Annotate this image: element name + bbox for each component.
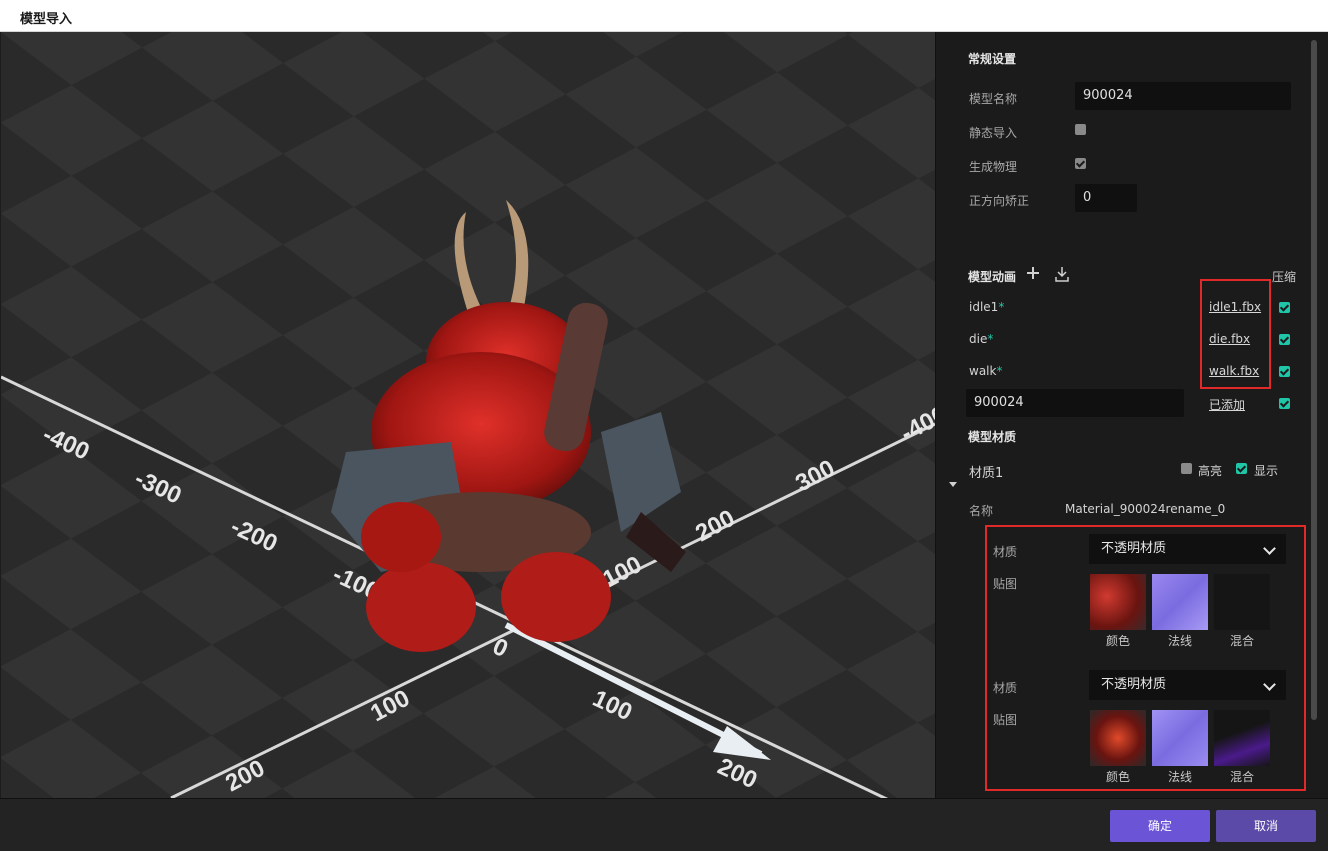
- general-section-title: 常规设置: [968, 52, 1017, 66]
- show-label: 显示: [1254, 464, 1279, 478]
- color-texture-thumbnail[interactable]: [1090, 710, 1146, 766]
- compress-column-label: 压缩: [1272, 270, 1297, 284]
- material-section-title: 模型材质: [968, 430, 1017, 444]
- thumb-caption: 混合: [1229, 770, 1254, 784]
- anim-compress-checkbox-walk[interactable]: [1279, 366, 1290, 377]
- download-icon[interactable]: [1054, 266, 1070, 282]
- highlight-label: 高亮: [1198, 464, 1223, 478]
- thumb-caption: 颜色: [1105, 770, 1130, 784]
- material-type-value: 不透明材质: [1101, 541, 1167, 556]
- confirm-button[interactable]: 确定: [1110, 810, 1210, 842]
- static-import-checkbox[interactable]: [1075, 124, 1086, 135]
- forward-fix-input[interactable]: 0: [1075, 184, 1137, 212]
- thumb-caption: 法线: [1167, 770, 1192, 784]
- model-name-input[interactable]: 900024: [1075, 82, 1291, 110]
- blend-texture-thumbnail[interactable]: [1214, 574, 1270, 630]
- thumb-caption: 颜色: [1105, 634, 1130, 648]
- window-title: 模型导入: [20, 12, 73, 27]
- model-preview-viewport[interactable]: -400 -300 -200 -100 0 100 200 -400 300 2…: [1, 32, 935, 798]
- gen-physics-checkbox[interactable]: [1075, 158, 1086, 169]
- blend-texture-thumbnail[interactable]: [1214, 710, 1270, 766]
- collapse-triangle-icon[interactable]: [949, 482, 957, 487]
- slot-texture-label: 贴图: [993, 713, 1018, 727]
- anim-compress-checkbox-die[interactable]: [1279, 334, 1290, 345]
- normal-texture-thumbnail[interactable]: [1152, 574, 1208, 630]
- added-compress-checkbox[interactable]: [1279, 398, 1290, 409]
- slot-material-label: 材质: [993, 681, 1018, 695]
- slot-material-label: 材质: [993, 545, 1018, 559]
- thumb-caption: 法线: [1167, 634, 1192, 648]
- added-link[interactable]: 已添加: [1209, 396, 1245, 413]
- model-name-label: 模型名称: [969, 92, 1018, 106]
- anim-name-walk: walk*: [969, 364, 1003, 378]
- highlight-checkbox[interactable]: [1181, 463, 1192, 474]
- material-name-value: Material_900024rename_0: [1065, 502, 1226, 516]
- file-links-highlight-box: [1200, 279, 1271, 389]
- anim-name-idle1: idle1*: [969, 300, 1005, 314]
- material-name-label: 名称: [969, 504, 994, 518]
- chevron-down-icon: [1263, 542, 1276, 555]
- new-animation-input[interactable]: 900024: [966, 389, 1184, 417]
- material-type-select[interactable]: 不透明材质: [1089, 534, 1286, 564]
- material-type-select[interactable]: 不透明材质: [1089, 670, 1286, 700]
- viewport-scene: -400 -300 -200 -100 0 100 200 -400 300 2…: [1, 32, 935, 798]
- anim-compress-checkbox-idle1[interactable]: [1279, 302, 1290, 313]
- dialog-footer: 确定 取消: [0, 798, 1328, 851]
- plus-icon[interactable]: [1026, 266, 1040, 280]
- material-type-value: 不透明材质: [1101, 677, 1167, 692]
- anim-name-die: die*: [969, 332, 994, 346]
- gen-physics-label: 生成物理: [969, 160, 1018, 174]
- title-bar: 模型导入: [0, 0, 1328, 32]
- slot-texture-label: 贴图: [993, 577, 1018, 591]
- show-checkbox[interactable]: [1236, 463, 1247, 474]
- material-item-title: 材质1: [969, 466, 1004, 481]
- normal-texture-thumbnail[interactable]: [1152, 710, 1208, 766]
- panel-scrollbar[interactable]: [1311, 40, 1317, 720]
- thumb-caption: 混合: [1229, 634, 1254, 648]
- animation-section-title: 模型动画: [968, 270, 1017, 284]
- cancel-button[interactable]: 取消: [1216, 810, 1316, 842]
- static-import-label: 静态导入: [969, 126, 1018, 140]
- color-texture-thumbnail[interactable]: [1090, 574, 1146, 630]
- chevron-down-icon: [1263, 678, 1276, 691]
- forward-fix-label: 正方向矫正: [969, 194, 1030, 208]
